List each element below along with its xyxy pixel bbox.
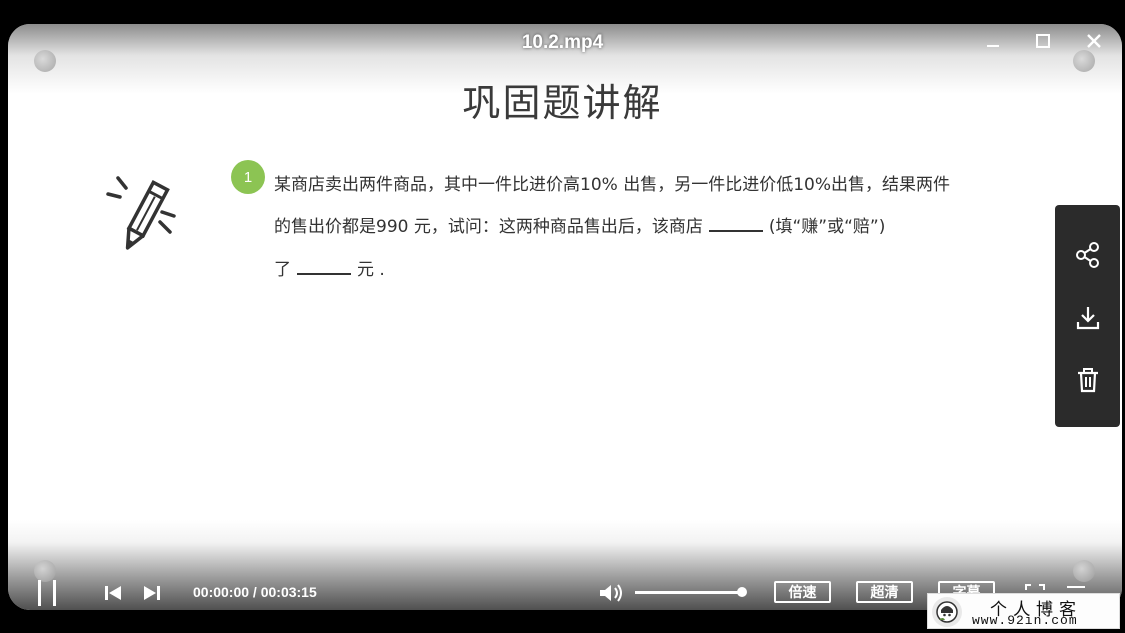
volume-icon [600, 584, 622, 602]
time-display: 00:00:00 / 00:03:15 [193, 584, 317, 600]
skip-previous-icon [105, 586, 121, 600]
volume-slider-track[interactable] [635, 591, 742, 594]
question-text-3: 了 [274, 260, 291, 280]
watermark-url: www.92in.com [972, 613, 1078, 628]
pause-icon [38, 580, 56, 606]
minimize-icon [987, 45, 999, 47]
blog-watermark: 个人博客 www.92in.com [927, 593, 1120, 629]
maximize-button[interactable] [1030, 28, 1056, 54]
watermark-logo-icon [932, 597, 962, 627]
question-line-3: 了 元 . [274, 255, 385, 280]
delete-button[interactable] [1055, 355, 1120, 405]
speed-button[interactable]: 倍速 [774, 581, 831, 603]
next-button[interactable] [140, 582, 164, 604]
volume-slider-handle[interactable] [737, 587, 747, 597]
question-hint: (填“赚”或“赔”) [768, 217, 886, 237]
download-icon [1076, 307, 1099, 330]
slide-title: 巩固题讲解 [462, 81, 663, 125]
skip-next-icon [144, 586, 160, 600]
question-text-4: 元 . [357, 260, 385, 280]
close-button[interactable] [1081, 28, 1107, 54]
share-icon [1075, 242, 1099, 268]
quality-button[interactable]: 超清 [856, 581, 913, 603]
trash-icon [1077, 368, 1098, 393]
pencil-icon [106, 176, 176, 250]
close-icon [1087, 34, 1101, 48]
corner-dot-bottom-right [1073, 560, 1095, 582]
play-pause-button[interactable] [30, 578, 64, 608]
side-action-panel [1055, 205, 1120, 427]
volume-button[interactable] [597, 581, 627, 605]
share-button[interactable] [1055, 230, 1120, 280]
video-player-window: 10.2.mp4 巩固题讲解 1 某商店卖出两件商品，其中一件比进价高10% 出… [0, 0, 1125, 633]
previous-button[interactable] [101, 582, 125, 604]
answer-blank-2 [297, 263, 351, 275]
question-text-1: 某商店卖出两件商品，其中一件比进价高10% 出售，另一件比进价低10%出售，结果… [274, 175, 950, 195]
top-bar-background [0, 0, 1125, 22]
maximize-icon [1036, 34, 1050, 48]
question-line-2: 的售出价都是990 元，试问：这两种商品售出后，该商店 (填“赚”或“赔”) [274, 212, 885, 237]
video-title: 10.2.mp4 [521, 32, 604, 53]
download-button[interactable] [1055, 293, 1120, 343]
minimize-button[interactable] [980, 28, 1006, 54]
question-text-2: 的售出价都是990 元，试问：这两种商品售出后，该商店 [274, 217, 703, 237]
question-line-1: 某商店卖出两件商品，其中一件比进价高10% 出售，另一件比进价低10%出售，结果… [274, 170, 950, 195]
answer-blank-1 [708, 220, 763, 232]
question-number-badge: 1 [231, 160, 265, 194]
